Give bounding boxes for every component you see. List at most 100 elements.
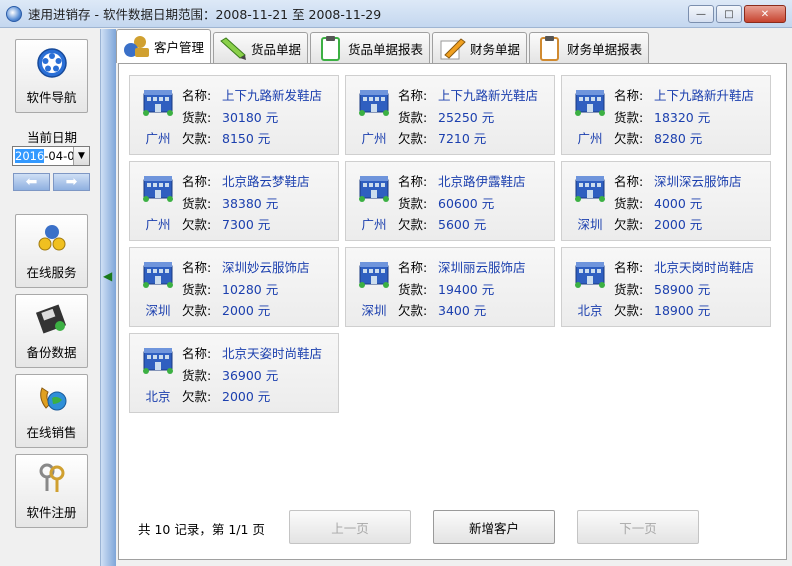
tab-finance-documents[interactable]: 财务单据 (432, 32, 528, 63)
customer-city: 广州 (361, 217, 387, 232)
tab-customer-management[interactable]: 客户管理 (116, 29, 212, 63)
customer-goods: 38380 元 (222, 196, 279, 211)
phone-globe-icon (39, 387, 66, 411)
goods-label: 货款: (614, 196, 644, 211)
title-bar: 速用进销存 - 软件数据日期范围：2008-11-21 至 2008-11-29… (0, 0, 792, 28)
debt-label: 欠款: (182, 303, 212, 318)
online-service-label: 在线服务 (26, 265, 77, 280)
customer-goods: 25250 元 (438, 110, 495, 125)
customer-card[interactable]: 广州 名称: 北京路云梦鞋店 货款: 38380 元欠款: 7300 元 (129, 161, 339, 241)
customer-debt: 5600 元 (438, 217, 487, 232)
customer-card[interactable]: 深圳 名称: 深圳丽云服饰店 货款: 19400 元欠款: 3400 元 (345, 247, 555, 327)
arrow-right-icon: ➡ (65, 174, 78, 190)
clipboard-icon (540, 36, 560, 61)
customer-goods: 19400 元 (438, 282, 495, 297)
customer-card[interactable]: 广州 名称: 北京路伊露鞋店 货款: 60600 元欠款: 5600 元 (345, 161, 555, 241)
add-customer-button[interactable]: 新增客户 (433, 510, 555, 544)
debt-label: 欠款: (182, 131, 212, 146)
building-icon (143, 90, 173, 116)
current-date-label: 当前日期 (26, 130, 77, 145)
maximize-button[interactable]: □ (716, 5, 742, 23)
customer-name: 深圳妙云服饰店 (222, 260, 310, 275)
customer-card[interactable]: 深圳 名称: 深圳深云服饰店 货款: 4000 元欠款: 2000 元 (561, 161, 771, 241)
tab-goods-documents[interactable]: 货品单据 (213, 32, 309, 63)
customer-goods-row: 货款: 18320 元 (614, 107, 710, 126)
customer-name: 深圳丽云服饰店 (438, 260, 526, 275)
chevron-down-icon[interactable]: ▼ (73, 147, 89, 165)
customer-debt-row: 欠款: 7210 元 (398, 128, 486, 147)
customer-debt: 18900 元 (654, 303, 711, 318)
customer-debt: 8150 元 (222, 131, 271, 146)
date-picker[interactable]: 2016-04-08 ▼ (12, 146, 90, 166)
customer-card[interactable]: 北京 名称: 北京天岗时尚鞋店 货款: 58900 元欠款: 18900 元 (561, 247, 771, 327)
customer-goods-row: 货款: 19400 元 (398, 279, 494, 298)
customer-goods-row: 货款: 25250 元 (398, 107, 494, 126)
name-label: 名称: (614, 260, 644, 275)
collapse-arrow-icon[interactable]: ◀ (103, 269, 112, 283)
app-icon (6, 5, 22, 22)
tab-bar: 客户管理 货品单据 货品单据报表 财务单据 财务单据报表 (116, 29, 651, 63)
customer-goods: 18320 元 (654, 110, 711, 125)
customer-city: 广州 (145, 131, 171, 146)
customer-city: 北京 (145, 389, 171, 404)
debt-label: 欠款: (182, 217, 212, 232)
name-label: 名称: (614, 174, 644, 189)
customer-name-row: 名称: 北京天岗时尚鞋店 (614, 257, 754, 276)
minimize-button[interactable]: — (688, 5, 714, 23)
customer-debt: 8280 元 (654, 131, 703, 146)
goods-label: 货款: (398, 196, 428, 211)
customer-name: 深圳深云服饰店 (654, 174, 742, 189)
customer-city: 深圳 (577, 217, 603, 232)
customer-card[interactable]: 深圳 名称: 深圳妙云服饰店 货款: 10280 元欠款: 2000 元 (129, 247, 339, 327)
customer-name-row: 名称: 北京路伊露鞋店 (398, 171, 526, 190)
customer-city: 深圳 (145, 303, 171, 318)
customer-card[interactable]: 广州 名称: 上下九路新升鞋店 货款: 18320 元欠款: 8280 元 (561, 75, 771, 155)
customer-name-row: 名称: 深圳妙云服饰店 (182, 257, 310, 276)
name-label: 名称: (182, 260, 212, 275)
tab-goods-reports[interactable]: 货品单据报表 (310, 32, 431, 63)
close-button[interactable]: ✕ (744, 5, 786, 23)
name-label: 名称: (182, 88, 212, 103)
customer-card[interactable]: 广州 名称: 上下九路新发鞋店 货款: 30180 元欠款: 8150 元 (129, 75, 339, 155)
customer-goods: 10280 元 (222, 282, 279, 297)
software-register-button[interactable]: 软件注册 (15, 454, 88, 528)
customer-debt: 2000 元 (222, 389, 271, 404)
customer-goods-row: 货款: 58900 元 (614, 279, 710, 298)
building-icon (575, 90, 605, 116)
building-icon (143, 348, 173, 374)
building-icon (359, 90, 389, 116)
customer-card[interactable]: 广州 名称: 上下九路新光鞋店 货款: 25250 元欠款: 7210 元 (345, 75, 555, 155)
software-guide-button[interactable]: 软件导航 (15, 39, 88, 113)
customer-goods: 58900 元 (654, 282, 711, 297)
building-icon (575, 262, 605, 288)
online-service-button[interactable]: 在线服务 (15, 214, 88, 288)
tab-label: 财务单据 (470, 41, 521, 57)
customer-debt-row: 欠款: 8150 元 (182, 128, 270, 147)
next-page-button[interactable]: 下一页 (577, 510, 699, 544)
prev-page-button[interactable]: 上一页 (289, 510, 411, 544)
next-date-button[interactable]: ➡ (53, 173, 90, 191)
window-title: 速用进销存 - 软件数据日期范围：2008-11-21 至 2008-11-29 (28, 7, 382, 22)
debt-label: 欠款: (614, 217, 644, 232)
debt-label: 欠款: (614, 131, 644, 146)
record-info: 共 10 记录，第 1/1 页 (138, 522, 265, 537)
customer-name: 北京路伊露鞋店 (438, 174, 526, 189)
online-sales-button[interactable]: 在线销售 (15, 374, 88, 448)
customer-goods-row: 货款: 36900 元 (182, 365, 278, 384)
customer-card[interactable]: 北京 名称: 北京天姿时尚鞋店 货款: 36900 元欠款: 2000 元 (129, 333, 339, 413)
customer-debt-row: 欠款: 8280 元 (614, 128, 702, 147)
left-panel: 软件导航 当前日期 2016-04-08 ▼ ⬅ ➡ 在线服务 备份数据 在线销… (0, 29, 100, 566)
arrow-left-icon: ⬅ (25, 174, 38, 190)
customer-debt: 7210 元 (438, 131, 487, 146)
panel-splitter[interactable]: ◀ (100, 29, 116, 566)
prev-date-button[interactable]: ⬅ (13, 173, 50, 191)
backup-data-button[interactable]: 备份数据 (15, 294, 88, 368)
goods-label: 货款: (182, 368, 212, 383)
debt-label: 欠款: (182, 389, 212, 404)
customer-debt: 3400 元 (438, 303, 487, 318)
date-value: 2016-04-08 (15, 149, 82, 163)
pen-paper-icon (440, 38, 466, 60)
customer-debt-row: 欠款: 2000 元 (182, 386, 270, 405)
tab-finance-reports[interactable]: 财务单据报表 (529, 32, 650, 63)
debt-label: 欠款: (398, 303, 428, 318)
